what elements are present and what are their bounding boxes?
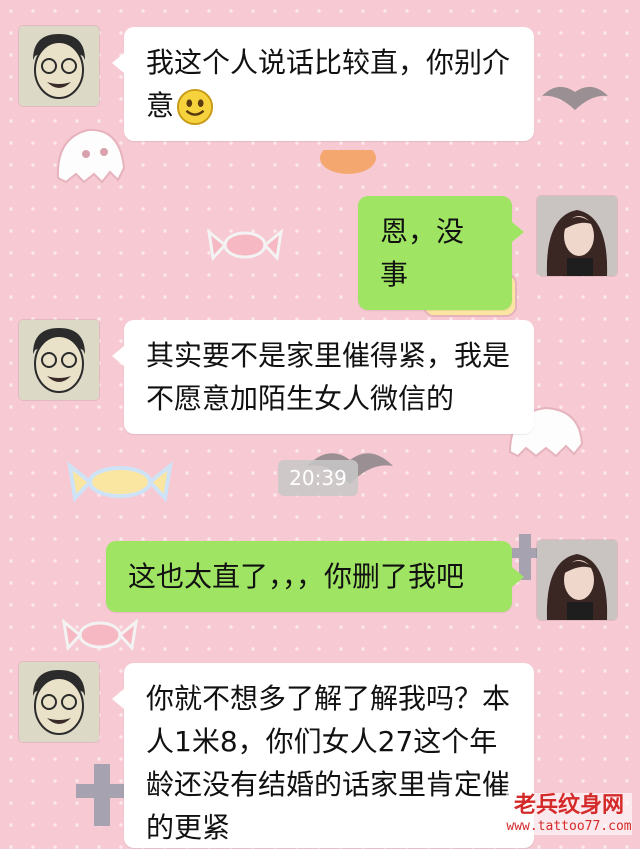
avatar-female[interactable]	[537, 540, 617, 620]
watermark-url: www.tattoo77.com	[506, 819, 632, 834]
message-bubble-incoming[interactable]: 我这个人说话比较直，你别介意	[112, 27, 534, 141]
avatar-male[interactable]	[19, 320, 99, 400]
message-bubble-incoming[interactable]: 其实要不是家里催得紧，我是不愿意加陌生女人微信的	[112, 320, 534, 434]
male-avatar-icon	[19, 662, 99, 742]
message-text: 恩，没事	[380, 215, 465, 291]
message-text: 你就不想多了解了解我吗？本人1米8，你们女人27这个年龄还没有结婚的话家里肯定催…	[146, 682, 511, 844]
message-text: 其实要不是家里催得紧，我是不愿意加陌生女人微信的	[146, 339, 511, 415]
avatar-male[interactable]	[19, 26, 99, 106]
smile-emoji-icon	[176, 88, 214, 126]
message-text: 这也太直了，，，你删了我吧	[128, 560, 465, 593]
message-bubble-incoming[interactable]: 你就不想多了解了解我吗？本人1米8，你们女人27这个年龄还没有结婚的话家里肯定催…	[112, 663, 534, 848]
female-avatar-icon	[537, 540, 617, 620]
candy-decoration	[61, 618, 139, 652]
avatar-male[interactable]	[19, 662, 99, 742]
ghost-decoration	[56, 128, 126, 184]
cross-decoration	[76, 764, 128, 826]
timestamp: 20:39	[278, 460, 358, 496]
message-bubble-outgoing[interactable]: 恩，没事	[358, 196, 524, 310]
watermark: 老兵纹身网 www.tattoo77.com	[506, 793, 632, 835]
pumpkin-decoration	[320, 150, 376, 174]
watermark-title: 老兵纹身网	[513, 793, 624, 818]
male-avatar-icon	[19, 26, 99, 106]
bat-decoration	[542, 86, 608, 110]
male-avatar-icon	[19, 320, 99, 400]
avatar-female[interactable]	[537, 196, 617, 276]
message-bubble-outgoing[interactable]: 这也太直了，，，你删了我吧	[106, 541, 524, 612]
candy-decoration	[67, 461, 173, 503]
female-avatar-icon	[537, 196, 617, 276]
candy-decoration	[206, 228, 284, 262]
